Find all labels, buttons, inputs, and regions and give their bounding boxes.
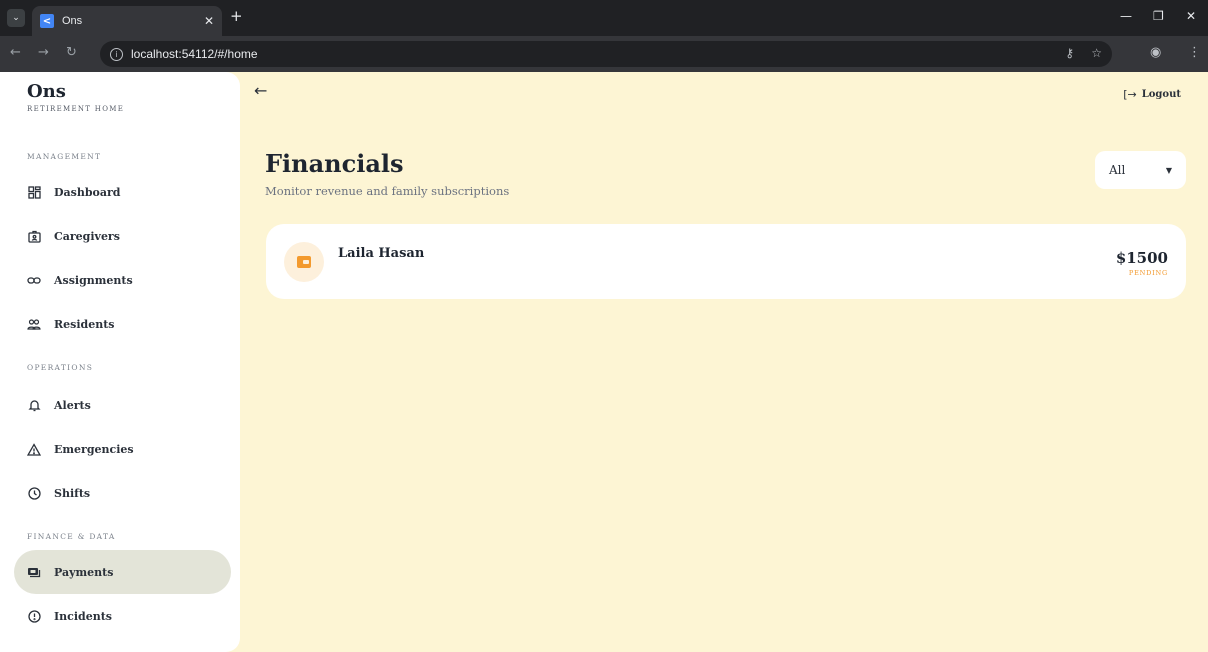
clock-icon — [27, 486, 41, 500]
sidebar: Ons RETIREMENT HOME MANAGEMENT Dashboard… — [0, 72, 240, 652]
browser-tab-bar: ⌄ < Ons ✕ + — ❐ ✕ — [0, 0, 1208, 36]
sidebar-item-residents[interactable]: Residents — [14, 302, 231, 346]
warning-icon — [27, 442, 41, 456]
url-field[interactable]: i localhost:54112/#/home ⚷ ☆ — [100, 41, 1112, 67]
url-text[interactable]: localhost:54112/#/home — [131, 47, 258, 61]
logout-button[interactable]: [→ Logout — [1123, 88, 1181, 101]
close-window-icon[interactable]: ✕ — [1186, 9, 1196, 23]
payer-name: Laila Hasan — [338, 246, 425, 261]
wallet-icon — [284, 242, 324, 282]
sidebar-item-label: Assignments — [54, 273, 133, 287]
sidebar-item-payments[interactable]: Payments — [14, 550, 231, 594]
favicon-icon: < — [40, 14, 54, 28]
arrow-left-icon[interactable]: ← — [254, 83, 272, 101]
sidebar-item-label: Payments — [54, 565, 114, 579]
browser-tab[interactable]: < Ons ✕ — [32, 6, 222, 36]
tab-title: Ons — [62, 15, 83, 27]
brand-subtitle: RETIREMENT HOME — [27, 105, 125, 113]
reload-icon[interactable]: ↻ — [66, 46, 77, 60]
sidebar-item-label: Incidents — [54, 609, 112, 623]
minimize-icon[interactable]: — — [1120, 9, 1132, 23]
logout-label: Logout — [1141, 89, 1181, 100]
payment-card[interactable]: Laila Hasan $1500 PENDING — [266, 224, 1186, 299]
status-filter-dropdown[interactable]: All ▼ — [1095, 151, 1186, 189]
maximize-icon[interactable]: ❐ — [1153, 9, 1164, 23]
section-label-finance-data: FINANCE & DATA — [27, 532, 116, 541]
info-icon[interactable]: i — [110, 47, 123, 61]
arrow-right-icon[interactable]: → — [38, 46, 49, 60]
dashboard-icon — [27, 185, 41, 199]
star-icon[interactable]: ☆ — [1091, 46, 1102, 60]
status-badge: PENDING — [1128, 269, 1168, 277]
brand-name: Ons — [27, 81, 66, 102]
page-subtitle: Monitor revenue and family subscriptions — [265, 184, 510, 198]
section-label-operations: OPERATIONS — [27, 363, 94, 372]
main-content: ← [→ Logout Financials Monitor revenue a… — [240, 72, 1208, 652]
sidebar-item-alerts[interactable]: Alerts — [14, 383, 231, 427]
sidebar-item-dashboard[interactable]: Dashboard — [14, 170, 231, 214]
sidebar-item-emergencies[interactable]: Emergencies — [14, 427, 231, 471]
filter-value: All — [1109, 163, 1126, 177]
page-title: Financials — [265, 149, 404, 178]
caret-down-icon: ▼ — [1165, 165, 1172, 175]
browser-address-bar: ← → ↻ i localhost:54112/#/home ⚷ ☆ ◉ ⋮ — [0, 36, 1208, 72]
sidebar-item-label: Residents — [54, 317, 115, 331]
caregiver-icon — [27, 229, 41, 243]
sidebar-item-label: Dashboard — [54, 185, 121, 199]
app-root: Ons RETIREMENT HOME MANAGEMENT Dashboard… — [0, 72, 1208, 652]
sidebar-item-assignments[interactable]: Assignments — [14, 258, 231, 302]
sidebar-item-label: Alerts — [54, 398, 91, 412]
info-circle-icon — [27, 609, 41, 623]
sidebar-item-caregivers[interactable]: Caregivers — [14, 214, 231, 258]
link-icon — [27, 273, 41, 287]
more-vertical-icon[interactable]: ⋮ — [1188, 46, 1201, 60]
bell-icon — [27, 398, 41, 412]
people-icon — [27, 317, 41, 331]
payments-icon — [27, 565, 41, 579]
plus-icon[interactable]: + — [230, 9, 243, 24]
close-icon[interactable]: ✕ — [204, 14, 214, 28]
key-icon[interactable]: ⚷ — [1065, 46, 1074, 60]
sidebar-item-shifts[interactable]: Shifts — [14, 471, 231, 515]
section-label-management: MANAGEMENT — [27, 152, 102, 161]
brand: Ons RETIREMENT HOME — [27, 81, 125, 114]
logout-icon: [→ — [1123, 88, 1137, 101]
arrow-left-icon[interactable]: ← — [10, 46, 21, 60]
profile-icon[interactable]: ◉ — [1150, 46, 1161, 60]
sidebar-item-incidents[interactable]: Incidents — [14, 594, 231, 638]
sidebar-item-label: Caregivers — [54, 229, 120, 243]
sidebar-item-label: Emergencies — [54, 442, 134, 456]
chevron-down-icon[interactable]: ⌄ — [7, 9, 25, 27]
sidebar-item-label: Shifts — [54, 486, 91, 500]
payment-amount: $1500 — [1115, 249, 1168, 267]
